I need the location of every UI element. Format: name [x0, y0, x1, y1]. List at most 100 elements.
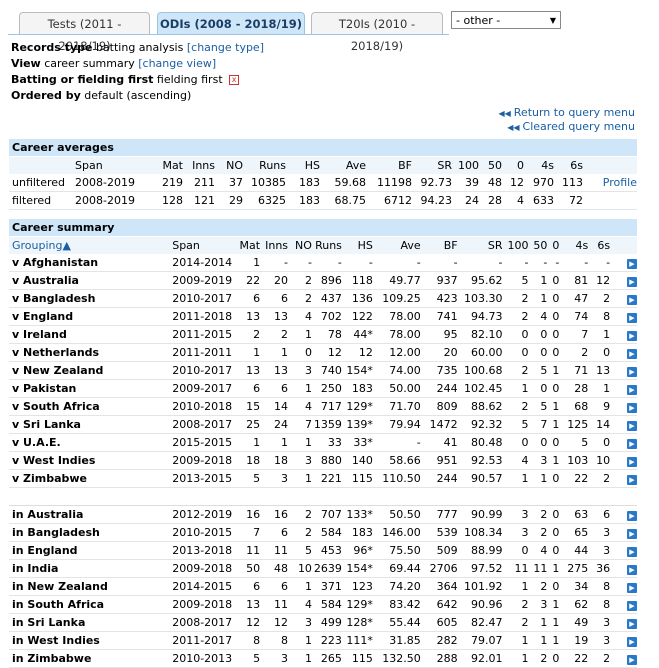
stat-cell: 12 — [588, 271, 611, 290]
play-cell: ▶ — [610, 433, 637, 452]
stat-cell: - — [528, 254, 548, 272]
play-cell: ▶ — [610, 415, 637, 434]
stat-cell: 100.68 — [457, 361, 503, 380]
stat-cell: 0 — [528, 343, 548, 362]
stat-cell: 1 — [547, 361, 560, 380]
cell-hs: 183 — [286, 174, 320, 192]
expand-play-icon[interactable]: ▶ — [627, 583, 637, 593]
other-format-select[interactable]: - other - ▼ — [451, 11, 561, 29]
cell-span: 2008-2019 — [75, 174, 145, 192]
expand-play-icon[interactable]: ▶ — [627, 547, 637, 557]
col-100: 100 — [502, 237, 529, 254]
stat-cell: 88.99 — [457, 541, 503, 560]
col-0: 0 — [502, 157, 524, 174]
stat-cell: 2 — [588, 289, 611, 308]
sort-grouping-link[interactable]: Grouping▲ — [12, 239, 71, 252]
tab-t20is[interactable]: T20Is (2010 - 2018/19) — [311, 12, 443, 53]
span-cell: 2014-2015 — [172, 577, 233, 596]
stat-cell: 78.00 — [372, 325, 421, 344]
stat-cell: 9 — [588, 397, 611, 416]
stat-cell: 0 — [528, 379, 548, 398]
stat-cell: 118 — [341, 271, 373, 290]
tab-underline — [8, 34, 449, 35]
stat-cell: 140 — [341, 451, 373, 470]
span-cell: 2009-2017 — [172, 379, 233, 398]
row-label: unfiltered — [9, 174, 75, 192]
stat-cell: 2706 — [420, 559, 458, 578]
stat-cell: 58.66 — [372, 451, 421, 470]
tab-tests[interactable]: Tests (2011 - 2018/19) — [19, 12, 150, 53]
stat-cell: - — [502, 254, 529, 272]
stat-cell: 6 — [260, 289, 289, 308]
table-row: v Australia 2009-2019 22 20 2 896 118 49.77 937 9… — [9, 271, 637, 290]
stat-cell: 0 — [547, 505, 560, 524]
stat-cell: 183 — [341, 379, 373, 398]
career-averages-table: Span Mat Inns NO Runs HS Ave BF SR 100 5… — [9, 157, 637, 210]
stat-cell: 2 — [528, 649, 548, 668]
expand-play-icon[interactable]: ▶ — [627, 637, 637, 647]
stat-cell: 123 — [341, 577, 373, 596]
expand-play-icon[interactable]: ▶ — [627, 367, 637, 377]
change-type-link[interactable]: [change type] — [187, 41, 264, 54]
expand-play-icon[interactable]: ▶ — [627, 385, 637, 395]
play-cell: ▶ — [610, 559, 637, 578]
expand-play-icon[interactable]: ▶ — [627, 565, 637, 575]
stat-cell: 1 — [232, 343, 261, 362]
records-type-line: Records type batting analysis [change ty… — [11, 40, 264, 56]
expand-play-icon[interactable]: ▶ — [627, 331, 637, 341]
stat-cell: 2 — [528, 505, 548, 524]
expand-play-icon[interactable]: ▶ — [627, 511, 637, 521]
expand-play-icon[interactable]: ▶ — [627, 295, 637, 305]
expand-play-icon[interactable]: ▶ — [627, 349, 637, 359]
stat-cell: 109.25 — [372, 289, 421, 308]
stat-cell: 3 — [588, 631, 611, 650]
stat-cell: 1 — [547, 559, 560, 578]
cleared-query-menu-link[interactable]: Cleared query menu — [523, 120, 635, 133]
expand-play-icon[interactable]: ▶ — [627, 619, 637, 629]
return-query-menu-link[interactable]: Return to query menu — [514, 106, 635, 119]
stat-cell: 74 — [559, 307, 589, 326]
expand-play-icon[interactable]: ▶ — [627, 655, 637, 665]
change-view-link[interactable]: [change view] — [138, 57, 216, 70]
stat-cell: 3 — [528, 451, 548, 470]
stat-cell: 0 — [288, 343, 312, 362]
expand-play-icon[interactable]: ▶ — [627, 277, 637, 287]
expand-play-icon[interactable]: ▶ — [627, 259, 637, 269]
expand-play-icon[interactable]: ▶ — [627, 421, 637, 431]
cell-6s: 113 — [554, 174, 583, 192]
cell-hs: 183 — [286, 191, 320, 210]
expand-play-icon[interactable]: ▶ — [627, 475, 637, 485]
grouping-cell: v Netherlands — [9, 343, 173, 362]
remove-filter-icon[interactable]: x — [229, 75, 240, 85]
col-bf: BF — [366, 157, 412, 174]
span-cell: 2011-2018 — [172, 307, 233, 326]
batting-first-value: fielding first — [156, 73, 223, 86]
play-cell: ▶ — [610, 325, 637, 344]
stat-cell: 24 — [260, 415, 289, 434]
stat-cell: 8 — [260, 631, 289, 650]
stat-cell: 1 — [232, 254, 261, 272]
col-4s: 4s — [524, 157, 554, 174]
stat-cell: 7 — [288, 415, 312, 434]
expand-play-icon[interactable]: ▶ — [627, 439, 637, 449]
records-type-label: Records type — [11, 41, 93, 54]
stat-cell: 12 — [341, 343, 373, 362]
expand-play-icon[interactable]: ▶ — [627, 403, 637, 413]
expand-play-icon[interactable]: ▶ — [627, 529, 637, 539]
expand-play-icon[interactable]: ▶ — [627, 457, 637, 467]
stat-cell: 1 — [528, 271, 548, 290]
play-cell: ▶ — [610, 379, 637, 398]
stat-cell: 584 — [311, 523, 342, 542]
expand-play-icon[interactable]: ▶ — [627, 601, 637, 611]
span-cell: 2008-2017 — [172, 415, 233, 434]
stat-cell: 2 — [528, 523, 548, 542]
expand-play-icon[interactable]: ▶ — [627, 313, 637, 323]
cell-mat: 128 — [145, 191, 183, 210]
table-row: v New Zealand 2010-2017 13 13 3 740 154* 74.00 7… — [9, 361, 637, 380]
tab-odis[interactable]: ODIs (2008 - 2018/19) — [157, 12, 305, 35]
stat-cell: 2 — [588, 469, 611, 488]
profile-link[interactable]: Profile — [603, 176, 637, 189]
stat-cell: 49.77 — [372, 271, 421, 290]
stat-cell: 12.00 — [372, 343, 421, 362]
stat-cell: 3 — [288, 361, 312, 380]
